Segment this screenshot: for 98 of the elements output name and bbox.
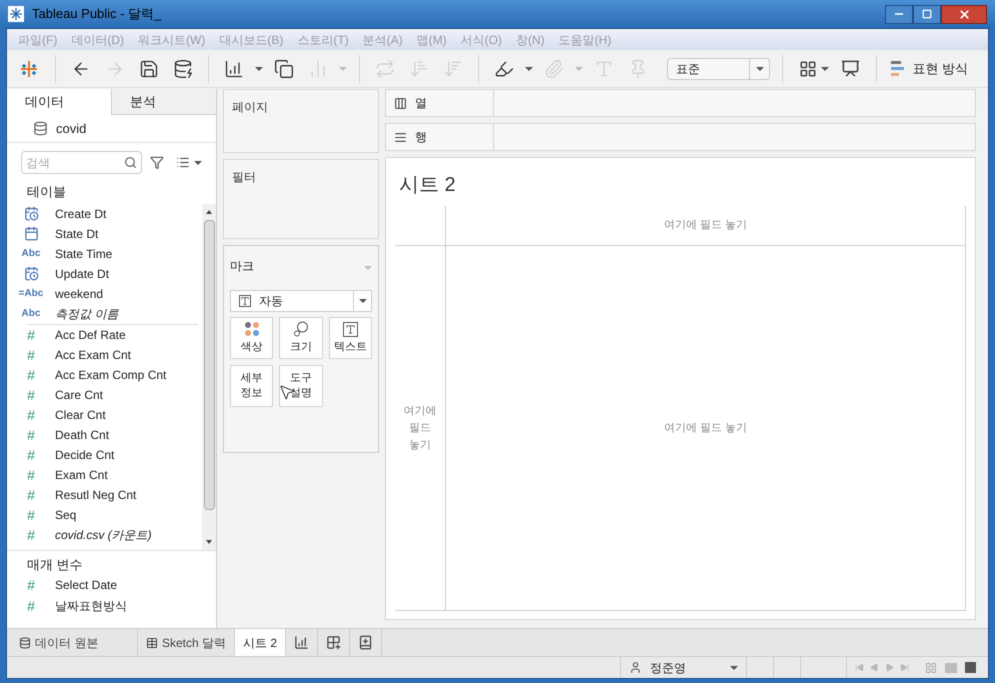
field-item[interactable]: Update Dt: [7, 264, 202, 284]
logo-icon[interactable]: [19, 58, 39, 78]
caret-icon[interactable]: [821, 66, 829, 70]
number-icon: #: [27, 326, 35, 342]
rows-icon: [394, 130, 407, 144]
caret-icon[interactable]: [194, 160, 202, 164]
mark-property-button[interactable]: 색상: [230, 317, 274, 359]
search-box[interactable]: 검색: [21, 151, 142, 174]
caret-icon[interactable]: [730, 666, 738, 670]
show-me-bars-icon: [891, 60, 904, 76]
shelf-label: 열: [415, 95, 427, 112]
datasource-icon: [19, 636, 31, 648]
section-heading: 매개 변수: [26, 556, 84, 574]
scroll-up-icon[interactable]: [205, 208, 213, 216]
number-icon: #: [27, 506, 35, 522]
mark-property-button[interactable]: 텍스트: [328, 317, 372, 359]
number-icon: #: [27, 526, 35, 542]
scroll-down-icon[interactable]: [205, 538, 213, 546]
user-icon: [629, 661, 642, 674]
field-item[interactable]: State Dt: [7, 224, 202, 244]
chart-plus-icon: [294, 635, 310, 650]
maximize-button[interactable]: [913, 4, 941, 24]
side-tab[interactable]: 분석: [111, 89, 216, 115]
card-title: 마크: [230, 258, 254, 275]
datasource-name[interactable]: covid: [56, 118, 86, 138]
field-item[interactable]: # Clear Cnt: [7, 404, 202, 424]
number-icon: #: [27, 406, 35, 422]
field-item[interactable]: Abc State Time: [7, 244, 202, 264]
field-item[interactable]: # Decide Cnt: [7, 444, 202, 464]
view-drop-zone[interactable]: 여기에 필드 놓기: [446, 246, 966, 610]
shelf-label: 행: [415, 129, 427, 146]
list-view-icon[interactable]: [176, 155, 190, 170]
caret-icon[interactable]: [756, 66, 764, 70]
number-icon: #: [27, 366, 35, 382]
book-plus-icon: [358, 635, 374, 650]
filter-icon[interactable]: [150, 155, 164, 170]
field-item[interactable]: # Death Cnt: [7, 424, 202, 444]
grid-icon: [146, 636, 158, 648]
mark-property-button[interactable]: 도구 설명: [279, 365, 323, 407]
show-me-button[interactable]: 표현 방식: [891, 58, 968, 78]
calendar-clock-icon: [24, 266, 38, 281]
columns-icon: [394, 96, 407, 110]
field-item[interactable]: # Acc Exam Cnt: [7, 344, 202, 364]
scrollbar[interactable]: [202, 204, 216, 550]
color-dots-icon: [244, 321, 260, 337]
number-icon: #: [27, 576, 35, 592]
mark-type-dropdown[interactable]: 자동: [230, 290, 372, 312]
field-item[interactable]: # Acc Exam Comp Cnt: [7, 364, 202, 384]
sheet-tab[interactable]: 시트 2: [235, 629, 286, 656]
search-field[interactable]: 검색: [26, 154, 124, 172]
field-item[interactable]: # Resutl Neg Cnt: [7, 484, 202, 504]
caret-icon[interactable]: [255, 66, 263, 70]
grid-plus-icon: [326, 635, 342, 650]
row-drop-zone[interactable]: 여기에 필드 놓기: [402, 402, 438, 454]
maximize-icon: [922, 9, 932, 19]
number-icon: #: [27, 486, 35, 502]
card-title: 페이지: [232, 99, 269, 116]
field-item[interactable]: # Seq: [7, 504, 202, 524]
text-icon: [342, 322, 358, 336]
number-icon: #: [27, 446, 35, 462]
search-icon: [124, 156, 138, 169]
caret-icon[interactable]: [525, 66, 533, 70]
number-icon: #: [27, 426, 35, 442]
close-button[interactable]: [941, 4, 987, 24]
calendar-icon: [24, 226, 38, 241]
card-title: 필터: [232, 169, 257, 186]
number-icon: #: [27, 386, 35, 402]
fit-dropdown[interactable]: 표준: [667, 58, 770, 80]
field-item[interactable]: # covid.csv (카운트): [7, 524, 202, 544]
calculated-abc-icon: =Abc: [18, 286, 44, 301]
column-drop-zone[interactable]: 여기에 필드 놓기: [446, 206, 966, 246]
window-title: Tableau Public - 달력_: [32, 5, 162, 24]
number-icon: #: [27, 346, 35, 362]
field-item[interactable]: # Acc Def Rate: [7, 324, 202, 344]
user-dropdown[interactable]: 정준영: [620, 657, 747, 678]
mark-property-button[interactable]: 크기: [279, 317, 323, 359]
number-icon: #: [27, 466, 35, 482]
size-circles-icon: [292, 321, 309, 337]
field-item[interactable]: # Care Cnt: [7, 384, 202, 404]
caret-icon[interactable]: [358, 299, 366, 303]
field-item[interactable]: Abc 측정값 이름: [7, 304, 202, 324]
parameter-item[interactable]: # Select Date: [7, 574, 216, 595]
number-icon: #: [27, 598, 35, 614]
section-heading: 테이블: [26, 183, 67, 201]
abc-icon: Abc: [22, 246, 40, 261]
field-item[interactable]: =Abc weekend: [7, 284, 202, 304]
sheet-title: 시트 2: [398, 173, 457, 198]
mark-property-button[interactable]: 세부 정보: [230, 365, 274, 407]
field-item[interactable]: Create Dt: [7, 204, 202, 224]
calendar-clock-icon: [24, 206, 38, 221]
parameter-item[interactable]: # 날짜표현방식: [7, 595, 216, 616]
field-item[interactable]: # Exam Cnt: [7, 464, 202, 484]
abc-icon: Abc: [22, 306, 40, 321]
app-icon: [8, 6, 24, 22]
close-icon: [958, 8, 970, 20]
text-icon: [239, 295, 251, 307]
datasource-icon: [33, 121, 48, 136]
minimize-button[interactable]: [885, 4, 913, 24]
